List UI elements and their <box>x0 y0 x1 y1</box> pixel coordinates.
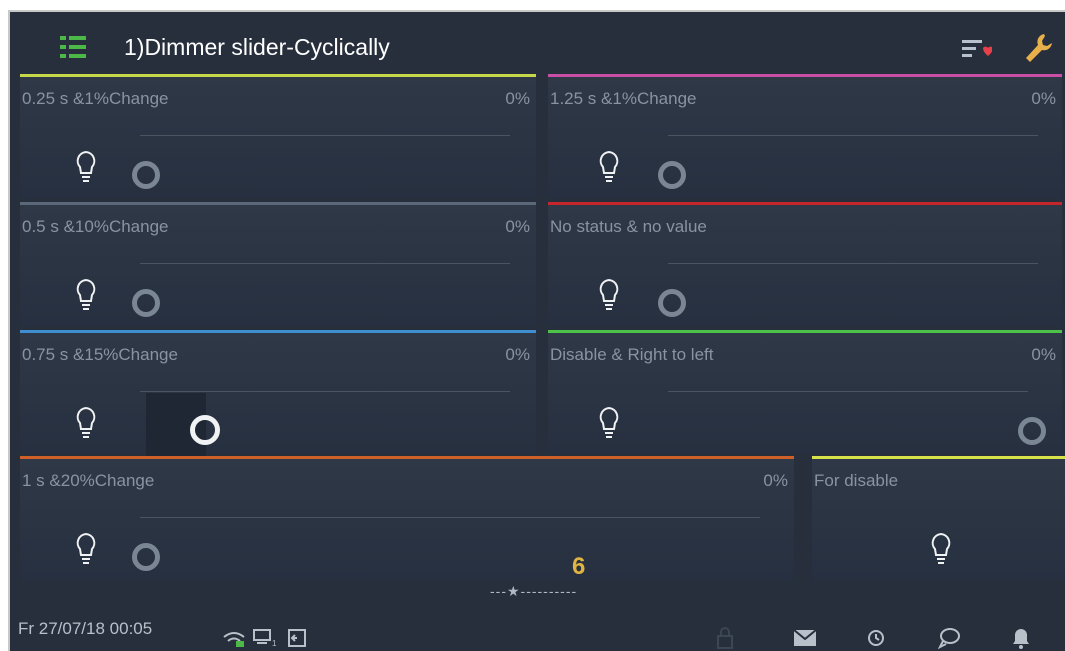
dimmer-tile-3[interactable]: 0.5 s &10%Change 0% <box>20 202 536 326</box>
page-title: 1)Dimmer slider-Cyclically <box>124 34 390 60</box>
tile-value: 0% <box>1031 345 1056 364</box>
wifi-icon[interactable] <box>222 631 246 647</box>
mail-icon[interactable] <box>794 630 816 646</box>
slider-knob[interactable] <box>190 415 220 445</box>
dimmer-tile-7[interactable]: 1 s &20%Change 0% <box>20 456 794 580</box>
slider-knob[interactable] <box>1018 417 1046 445</box>
slider-knob[interactable] <box>132 543 160 571</box>
bulb-icon[interactable] <box>598 278 620 312</box>
tile-label: 0.5 s &10%Change <box>22 217 169 236</box>
bulb-icon[interactable] <box>930 532 952 566</box>
status-bar: Fr 27/07/18 00:05 1 6 ---★---------- <box>10 553 1065 651</box>
tile-value: 0% <box>505 89 530 108</box>
dimmer-tile-4[interactable]: No status & no value <box>548 202 1062 326</box>
tile-value: 0% <box>1031 89 1056 108</box>
header-bar: 1)Dimmer slider-Cyclically <box>10 12 1065 74</box>
tile-label: For disable <box>814 471 899 490</box>
bulb-icon[interactable] <box>75 532 97 566</box>
svg-text:1: 1 <box>272 639 277 647</box>
bell-icon[interactable] <box>1012 627 1030 649</box>
bulb-icon[interactable] <box>598 406 620 440</box>
slider-knob[interactable] <box>658 161 686 189</box>
tile-label: 0.75 s &15%Change <box>22 345 178 364</box>
favorites-list-icon[interactable] <box>962 38 992 62</box>
slider-knob[interactable] <box>658 289 686 317</box>
page-indicator[interactable]: ---★---------- <box>490 583 577 600</box>
bulb-icon[interactable] <box>75 278 97 312</box>
tile-label: No status & no value <box>550 217 707 236</box>
tile-value: 0% <box>763 471 788 490</box>
date-time: Fr 27/07/18 00:05 <box>18 619 153 638</box>
chat-icon[interactable] <box>938 627 960 649</box>
bulb-icon[interactable] <box>75 406 97 440</box>
history-icon[interactable] <box>866 628 886 648</box>
menu-list-icon[interactable] <box>58 34 88 60</box>
screen: 1)Dimmer slider-Cyclically 0.25 s &1%Cha… <box>8 10 1065 651</box>
wrench-settings-icon[interactable] <box>1022 32 1052 66</box>
dimmer-tile-6[interactable]: Disable & Right to left 0% <box>548 330 1062 454</box>
tile-label: 1.25 s &1%Change <box>550 89 697 108</box>
tile-label: 0.25 s &1%Change <box>22 89 169 108</box>
tile-label: Disable & Right to left <box>550 345 714 364</box>
dimmer-tile-5[interactable]: 0.75 s &15%Change 0% <box>20 330 536 457</box>
tile-value: 0% <box>505 217 530 236</box>
slider-knob[interactable] <box>132 161 160 189</box>
network-icon[interactable]: 1 <box>253 629 279 647</box>
dimmer-tile-2[interactable]: 1.25 s &1%Change 0% <box>548 74 1062 198</box>
switch-tile-8[interactable]: For disable <box>812 456 1065 580</box>
slider-knob[interactable] <box>132 289 160 317</box>
tile-label: 1 s &20%Change <box>22 471 155 490</box>
bulb-icon[interactable] <box>75 150 97 184</box>
bulb-icon[interactable] <box>598 150 620 184</box>
page-number: 6 <box>572 553 586 580</box>
tile-value: 0% <box>505 345 530 364</box>
dimmer-tile-1[interactable]: 0.25 s &1%Change 0% <box>20 74 536 198</box>
lock-icon[interactable] <box>716 627 734 649</box>
logout-icon[interactable] <box>287 628 307 648</box>
